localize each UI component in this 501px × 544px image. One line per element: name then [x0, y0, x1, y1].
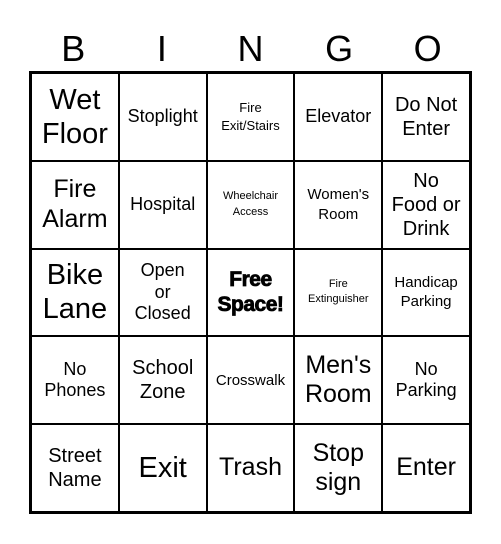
header-letter-n: N [237, 28, 264, 69]
header-letter-g: G [325, 28, 354, 69]
bingo-cell[interactable]: Women's Room [294, 160, 383, 249]
bingo-cell[interactable]: Bike Lane [31, 248, 119, 337]
bingo-cell[interactable]: Wheelchair Access [206, 160, 295, 249]
bingo-cell[interactable]: No Food or Drink [382, 160, 470, 249]
bingo-cell[interactable]: Hospital [118, 160, 207, 249]
bingo-cell[interactable]: Street Name [31, 424, 119, 512]
bingo-grid: Wet Floor Stoplight Fire Exit/Stairs Ele… [29, 71, 472, 514]
bingo-cell[interactable]: Enter [382, 424, 470, 512]
bingo-cell[interactable]: Stop sign [294, 424, 383, 512]
bingo-cell[interactable]: Men's Room [294, 336, 383, 425]
bingo-cell[interactable]: Exit [118, 424, 207, 512]
bingo-cell[interactable]: No Phones [31, 336, 119, 425]
header-letter-o: O [413, 28, 442, 69]
bingo-cell[interactable]: No Parking [382, 336, 470, 425]
bingo-header: B I N G O [29, 26, 472, 71]
bingo-cell[interactable]: Crosswalk [206, 336, 295, 425]
header-letter-b: B [61, 28, 86, 69]
bingo-cell[interactable]: School Zone [118, 336, 207, 425]
free-space-cell[interactable]: Free Space! [206, 248, 295, 337]
bingo-cell[interactable]: Fire Extinguisher [294, 248, 383, 337]
bingo-cell[interactable]: Open or Closed [118, 248, 207, 337]
bingo-cell[interactable]: Trash [206, 424, 295, 512]
bingo-cell[interactable]: Do Not Enter [382, 73, 470, 161]
bingo-cell[interactable]: Wet Floor [31, 73, 119, 161]
bingo-cell[interactable]: Handicap Parking [382, 248, 470, 337]
bingo-cell[interactable]: Fire Exit/Stairs [206, 73, 295, 161]
header-letter-i: I [156, 28, 167, 69]
bingo-cell[interactable]: Fire Alarm [31, 160, 119, 249]
bingo-cell[interactable]: Elevator [294, 73, 383, 161]
bingo-cell[interactable]: Stoplight [118, 73, 207, 161]
